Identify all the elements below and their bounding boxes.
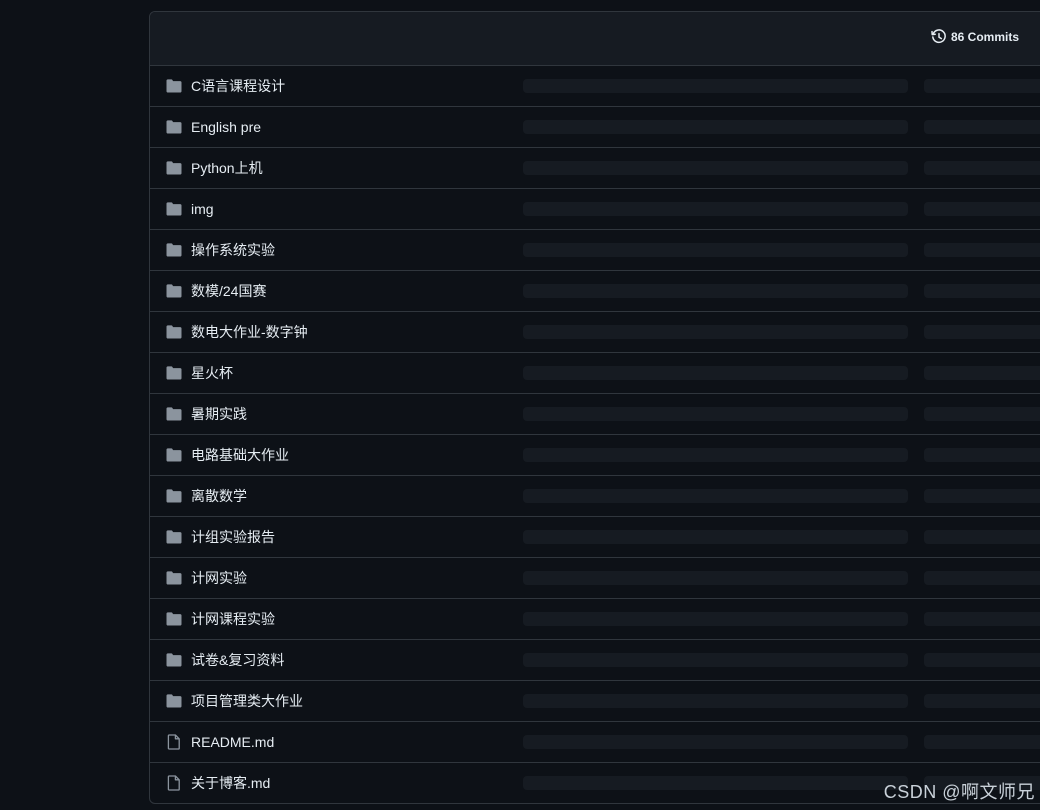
file-table: 86 Commits C语言课程设计 English pre Python上机 img… [149,11,1040,804]
commit-message-placeholder [523,489,908,503]
commit-date-placeholder [924,694,1040,708]
file-table-header: 86 Commits [150,12,1040,66]
file-row[interactable]: 数模/24国赛 [150,271,1040,312]
file-name-link[interactable]: README.md [191,733,274,751]
file-name-link[interactable]: 项目管理类大作业 [191,692,303,710]
commit-message-placeholder [523,653,908,667]
file-name-link[interactable]: img [191,200,214,218]
file-row[interactable]: 操作系统实验 [150,230,1040,271]
folder-icon [166,406,182,422]
file-row[interactable]: 离散数学 [150,476,1040,517]
commits-link[interactable]: 86 Commits [931,29,1019,45]
file-name-link[interactable]: 计网实验 [191,569,247,587]
commit-message-placeholder [523,735,908,749]
file-name-link[interactable]: 计组实验报告 [191,528,275,546]
commit-message-placeholder [523,79,908,93]
folder-icon [166,693,182,709]
file-name-link[interactable]: 操作系统实验 [191,241,275,259]
commit-message-placeholder [523,202,908,216]
commit-date-placeholder [924,325,1040,339]
file-name-link[interactable]: 数电大作业-数字钟 [191,323,308,341]
file-row[interactable]: 试卷&复习资料 [150,640,1040,681]
folder-icon [166,365,182,381]
commit-message-placeholder [523,612,908,626]
commit-date-placeholder [924,284,1040,298]
folder-icon [166,324,182,340]
commit-date-placeholder [924,407,1040,421]
commit-date-placeholder [924,571,1040,585]
commit-date-placeholder [924,161,1040,175]
folder-icon [166,78,182,94]
commit-message-placeholder [523,407,908,421]
file-name-link[interactable]: 离散数学 [191,487,247,505]
file-row[interactable]: 数电大作业-数字钟 [150,312,1040,353]
folder-icon [166,529,182,545]
commit-message-placeholder [523,448,908,462]
file-row[interactable]: Python上机 [150,148,1040,189]
commit-date-placeholder [924,243,1040,257]
history-icon [931,29,947,45]
file-row[interactable]: img [150,189,1040,230]
file-name-link[interactable]: English pre [191,118,261,136]
commit-date-placeholder [924,79,1040,93]
commit-message-placeholder [523,243,908,257]
file-list: C语言课程设计 English pre Python上机 img 操作系统实验 数模/24… [150,66,1040,803]
file-name-link[interactable]: 数模/24国赛 [191,282,266,300]
file-row[interactable]: English pre [150,107,1040,148]
commit-date-placeholder [924,366,1040,380]
folder-icon [166,488,182,504]
commit-message-placeholder [523,694,908,708]
folder-icon [166,283,182,299]
folder-icon [166,570,182,586]
commits-label: 86 Commits [951,30,1020,44]
commit-message-placeholder [523,120,908,134]
file-row[interactable]: 暑期实践 [150,394,1040,435]
file-row[interactable]: 项目管理类大作业 [150,681,1040,722]
file-name-link[interactable]: C语言课程设计 [191,77,285,95]
folder-icon [166,652,182,668]
commit-message-placeholder [523,284,908,298]
folder-icon [166,447,182,463]
commit-date-placeholder [924,735,1040,749]
commit-message-placeholder [523,366,908,380]
file-name-link[interactable]: 计网课程实验 [191,610,275,628]
commit-date-placeholder [924,653,1040,667]
file-icon [166,734,182,750]
file-row[interactable]: 星火杯 [150,353,1040,394]
file-name-link[interactable]: 试卷&复习资料 [191,651,284,669]
commit-date-placeholder [924,448,1040,462]
folder-icon [166,242,182,258]
commit-date-placeholder [924,120,1040,134]
commit-date-placeholder [924,530,1040,544]
file-name-link[interactable]: Python上机 [191,159,263,177]
watermark: CSDN @啊文师兄 [883,782,1035,802]
file-name-link[interactable]: 暑期实践 [191,405,247,423]
file-icon [166,775,182,791]
commit-date-placeholder [924,612,1040,626]
commit-message-placeholder [523,776,908,790]
file-row[interactable]: C语言课程设计 [150,66,1040,107]
commit-message-placeholder [523,161,908,175]
folder-icon [166,611,182,627]
commit-date-placeholder [924,202,1040,216]
file-name-link[interactable]: 电路基础大作业 [191,446,289,464]
commit-date-placeholder [924,489,1040,503]
folder-icon [166,201,182,217]
file-name-link[interactable]: 关于博客.md [191,774,270,792]
commit-message-placeholder [523,530,908,544]
file-row[interactable]: README.md [150,722,1040,763]
file-row[interactable]: 电路基础大作业 [150,435,1040,476]
file-row[interactable]: 计网课程实验 [150,599,1040,640]
folder-icon [166,119,182,135]
file-row[interactable]: 计网实验 [150,558,1040,599]
commit-message-placeholder [523,571,908,585]
file-name-link[interactable]: 星火杯 [191,364,233,382]
commit-message-placeholder [523,325,908,339]
file-row[interactable]: 计组实验报告 [150,517,1040,558]
folder-icon [166,160,182,176]
